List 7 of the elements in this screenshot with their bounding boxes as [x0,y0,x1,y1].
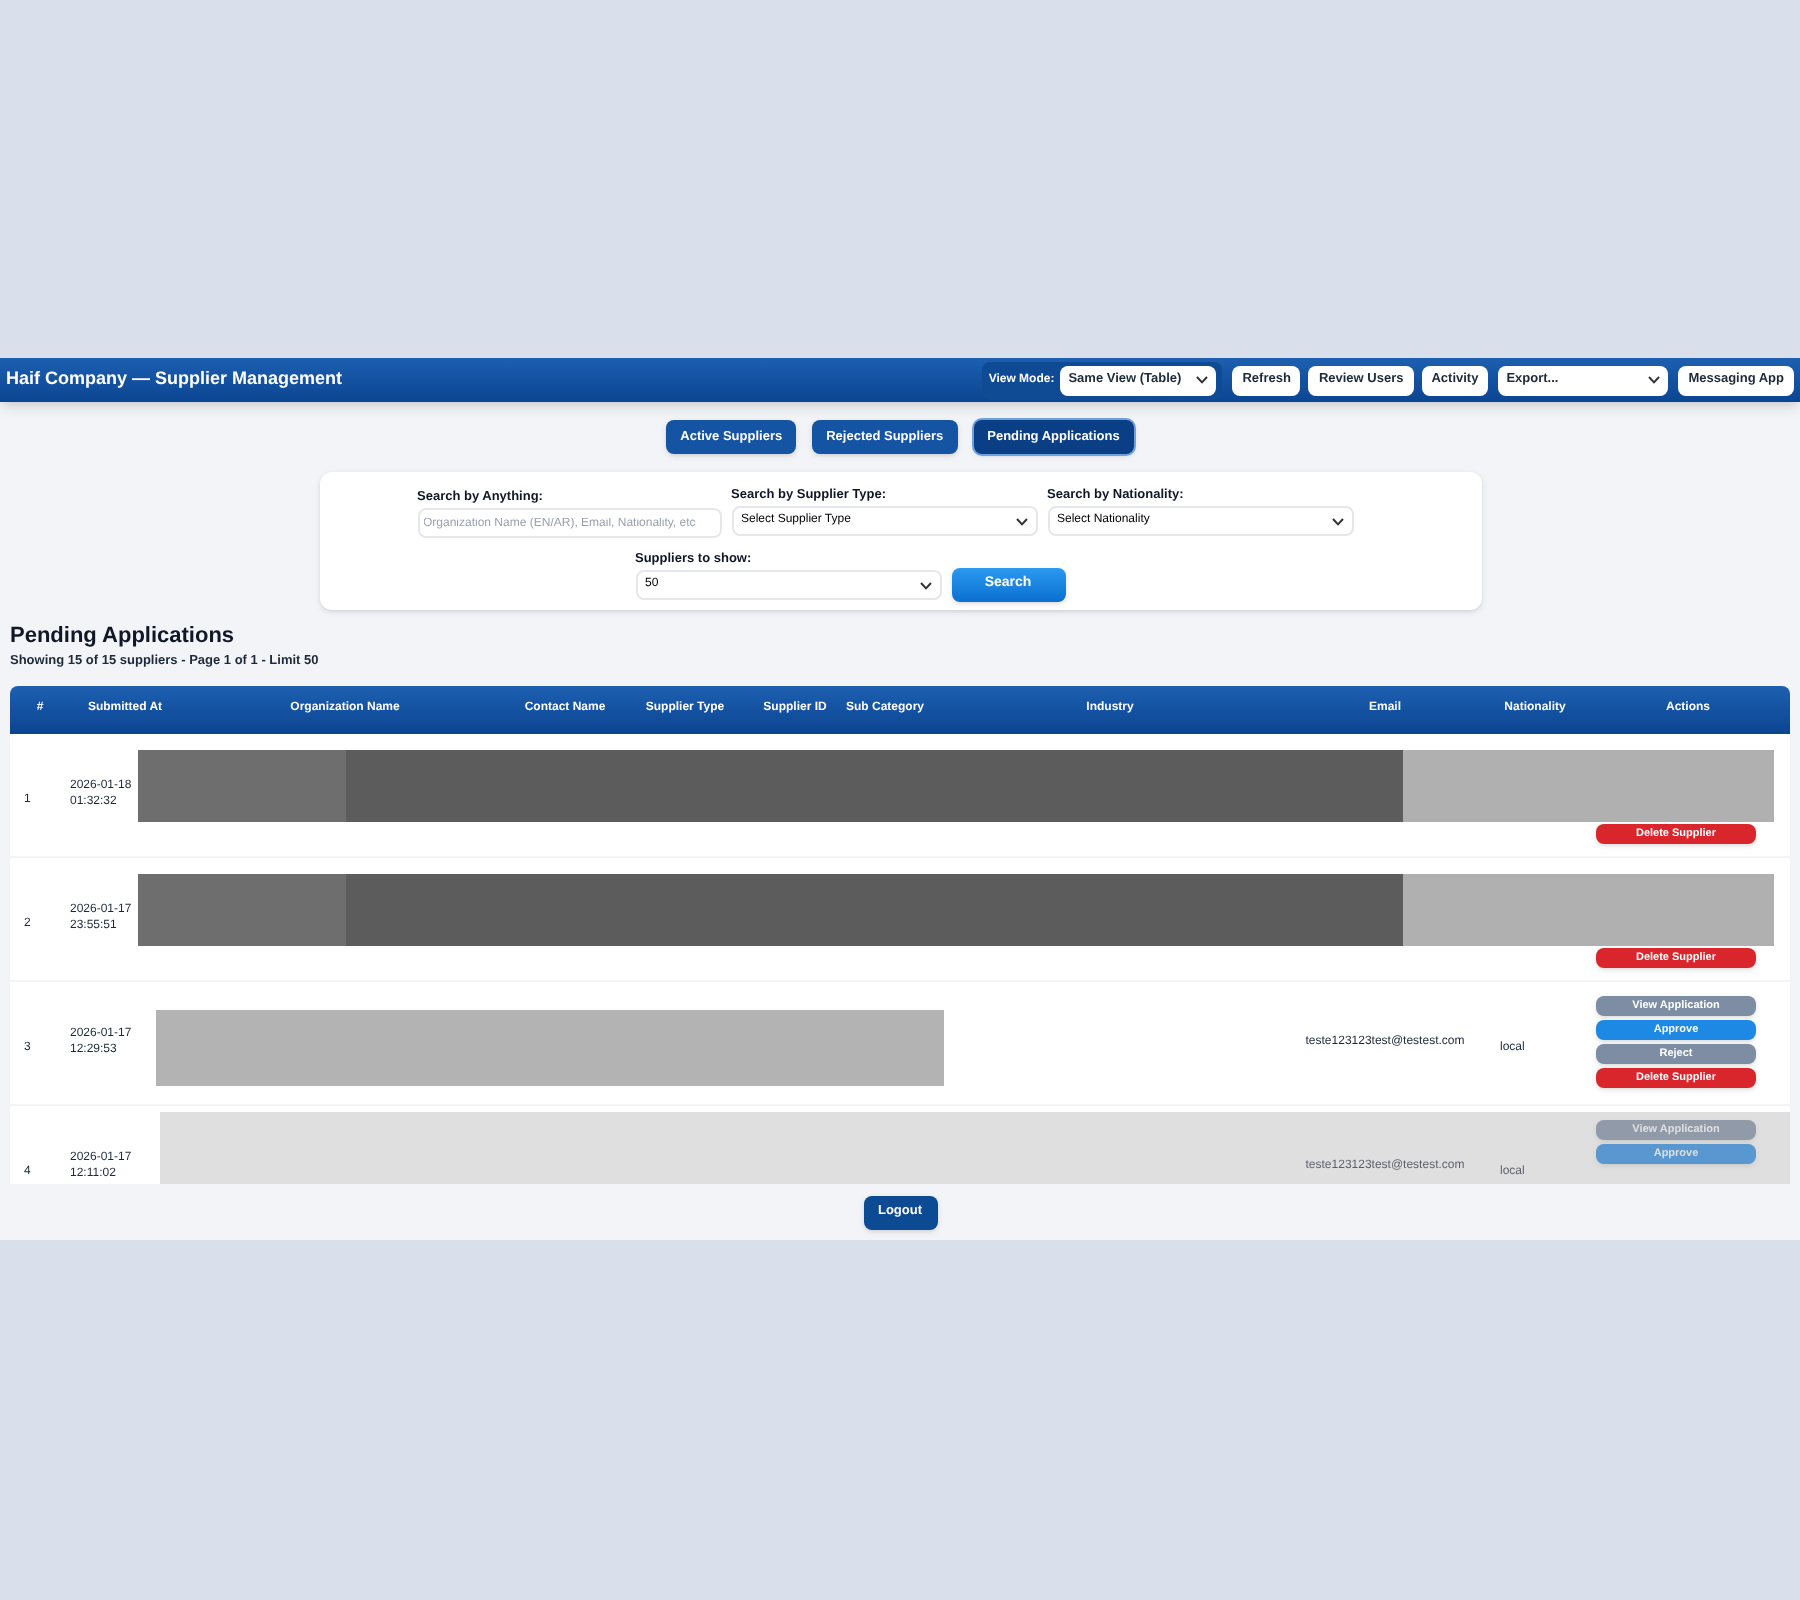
caret-icon [919,581,931,589]
caret-icon [1648,376,1661,384]
app-title: Haif Company — Supplier Management [6,366,343,393]
caret-icon [1015,517,1027,525]
caret-icon [1196,376,1209,384]
section-title: Pending Applications [10,624,237,650]
caret-icon [1331,517,1343,525]
